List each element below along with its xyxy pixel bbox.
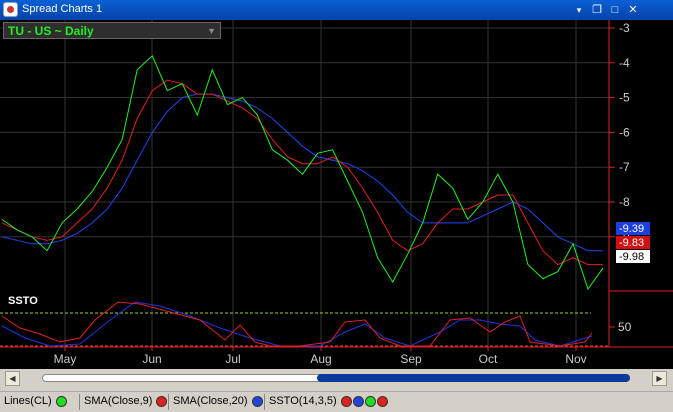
series-line-lines <box>1 54 604 291</box>
price-chart[interactable]: -3-4-5-6-7-8-9-9.39-9.83-9.98SSTO50MayJu… <box>0 20 673 369</box>
y-tick-label: -6 <box>619 125 630 139</box>
tile-icon[interactable]: ▾ <box>572 3 586 17</box>
chart-title-box[interactable]: TU - US ~ Daily ▼ <box>3 22 221 39</box>
chart-title: TU - US ~ Daily <box>8 24 94 38</box>
restore-icon[interactable]: ❐ <box>590 3 604 17</box>
scroll-row: ◀ ▶ <box>0 369 673 388</box>
value-tag-lines: -9.98 <box>619 251 644 263</box>
window-titlebar: Spread Charts 1 ▾ ❐ □ ✕ <box>0 0 673 20</box>
legend-label: SSTO(14,3,5) <box>269 395 337 408</box>
x-tick-label: Jul <box>225 352 240 366</box>
legend-color-dot <box>251 395 263 407</box>
legend-color-dot <box>156 395 168 407</box>
scrollbar-thumb[interactable] <box>317 374 630 382</box>
legend-item-ssto[interactable]: SSTO(14,3,5) <box>269 395 388 409</box>
close-icon[interactable]: ✕ <box>626 3 640 17</box>
y-tick-label: -8 <box>619 195 630 209</box>
window-title: Spread Charts 1 <box>22 3 103 15</box>
legend-color-dot <box>352 395 364 407</box>
arrow-right-icon[interactable]: ▶ <box>652 371 667 386</box>
legend-color-dot <box>55 395 67 407</box>
value-tag-sma9: -9.83 <box>619 237 644 249</box>
y-tick-label: -7 <box>619 160 630 174</box>
y-tick-label: -3 <box>619 21 630 35</box>
legend-label: SMA(Close,20) <box>173 395 248 408</box>
chevron-down-icon[interactable]: ▼ <box>207 26 216 36</box>
x-tick-label: May <box>54 352 77 366</box>
x-tick-label: Jun <box>142 352 161 366</box>
legend-label: SMA(Close,9) <box>84 395 153 408</box>
x-tick-label: Sep <box>400 352 422 366</box>
x-tick-label: Nov <box>565 352 586 366</box>
value-tag-sma20: -9.39 <box>619 223 644 235</box>
legend-item-sma9[interactable]: SMA(Close,9) <box>84 395 168 409</box>
legend-item-lines[interactable]: Lines(CL) <box>4 395 67 409</box>
legend-color-dot <box>340 395 352 407</box>
legend-bar: Lines(CL) SMA(Close,9) SMA(Close,20) SST… <box>0 391 673 412</box>
y-tick-label: -5 <box>619 91 630 105</box>
ssto-tick-label: 50 <box>618 320 632 334</box>
legend-color-dot <box>364 395 376 407</box>
maximize-icon[interactable]: □ <box>608 3 622 17</box>
ssto-label: SSTO <box>8 295 38 307</box>
legend-label: Lines(CL) <box>4 395 52 408</box>
x-tick-label: Oct <box>479 352 498 366</box>
legend-color-dot <box>376 395 388 407</box>
legend-item-sma20[interactable]: SMA(Close,20) <box>173 395 263 409</box>
y-tick-label: -4 <box>619 56 630 70</box>
app-icon[interactable] <box>3 2 18 17</box>
ssto-line-slow <box>1 301 593 347</box>
x-tick-label: Aug <box>310 352 331 366</box>
series-line-sma20 <box>1 93 603 252</box>
chart-area[interactable]: -3-4-5-6-7-8-9-9.39-9.83-9.98SSTO50MayJu… <box>0 20 673 369</box>
arrow-left-icon[interactable]: ◀ <box>5 371 20 386</box>
